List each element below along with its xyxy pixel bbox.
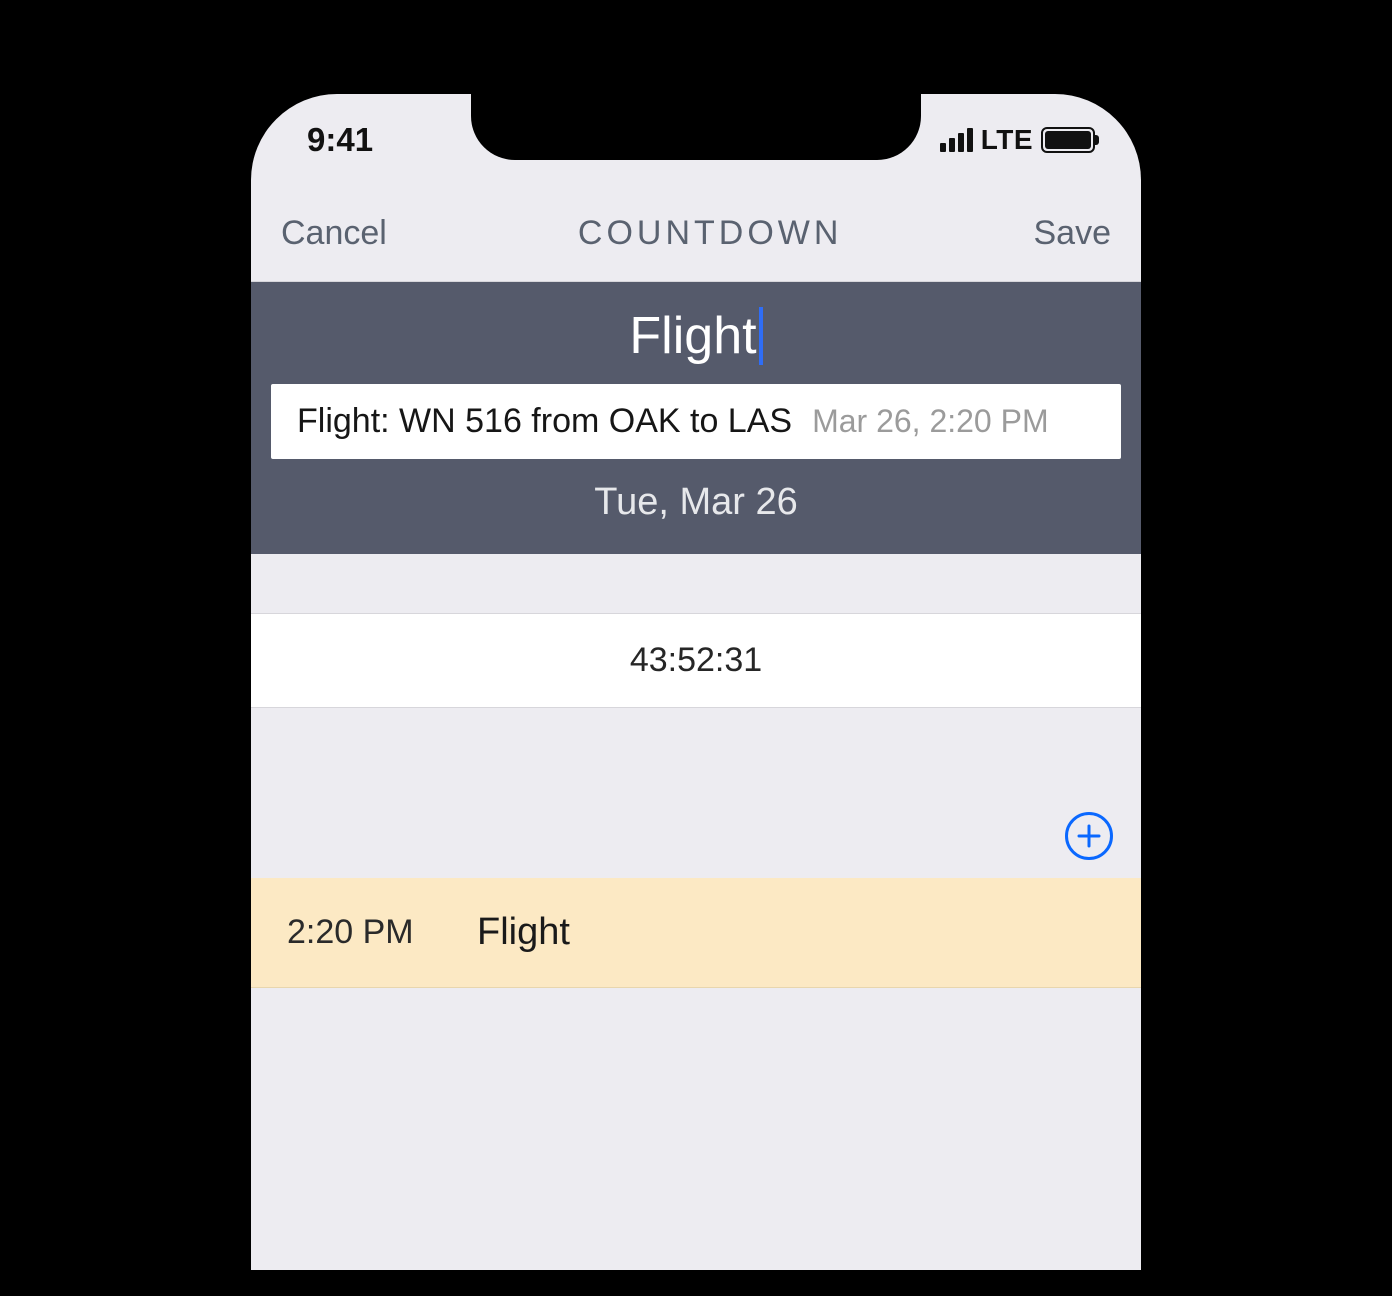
phone-frame: 9:41 LTE Cancel COUNTDOWN Save Flight xyxy=(225,68,1167,1296)
status-right: LTE xyxy=(940,124,1095,156)
side-button-power xyxy=(1165,500,1167,690)
side-button-volume-down xyxy=(225,618,227,738)
bottom-gap xyxy=(251,988,1141,1188)
network-label: LTE xyxy=(981,124,1033,156)
suggestion-row[interactable]: Flight: WN 516 from OAK to LAS Mar 26, 2… xyxy=(271,384,1121,459)
date-display[interactable]: Tue, Mar 26 xyxy=(271,481,1121,524)
event-name: Flight xyxy=(477,911,570,954)
event-row[interactable]: 2:20 PM Flight xyxy=(251,878,1141,988)
side-button-silence xyxy=(225,368,227,430)
countdown-remaining: 43:52:31 xyxy=(630,641,762,680)
signal-icon xyxy=(940,128,973,152)
add-button[interactable] xyxy=(1065,812,1113,860)
nav-bar: Cancel COUNTDOWN Save xyxy=(251,186,1141,282)
countdown-time-row[interactable]: 43:52:31 xyxy=(251,614,1141,708)
page-title: COUNTDOWN xyxy=(578,214,843,253)
battery-icon xyxy=(1041,127,1095,153)
cancel-button[interactable]: Cancel xyxy=(281,214,387,253)
title-input[interactable]: Flight xyxy=(629,306,756,366)
countdown-header: Flight Flight: WN 516 from OAK to LAS Ma… xyxy=(251,282,1141,554)
event-time: 2:20 PM xyxy=(287,913,437,952)
section-gap xyxy=(251,554,1141,614)
suggestion-date: Mar 26, 2:20 PM xyxy=(812,403,1049,440)
phone-screen: 9:41 LTE Cancel COUNTDOWN Save Flight xyxy=(251,94,1141,1270)
title-input-row[interactable]: Flight xyxy=(629,306,762,366)
add-area xyxy=(251,708,1141,878)
side-button-volume-up xyxy=(225,470,227,590)
save-button[interactable]: Save xyxy=(1034,214,1112,253)
text-cursor xyxy=(759,307,763,365)
notch xyxy=(471,94,921,160)
plus-icon xyxy=(1076,823,1102,849)
status-time: 9:41 xyxy=(307,121,373,159)
suggestion-text: Flight: WN 516 from OAK to LAS xyxy=(297,402,792,441)
